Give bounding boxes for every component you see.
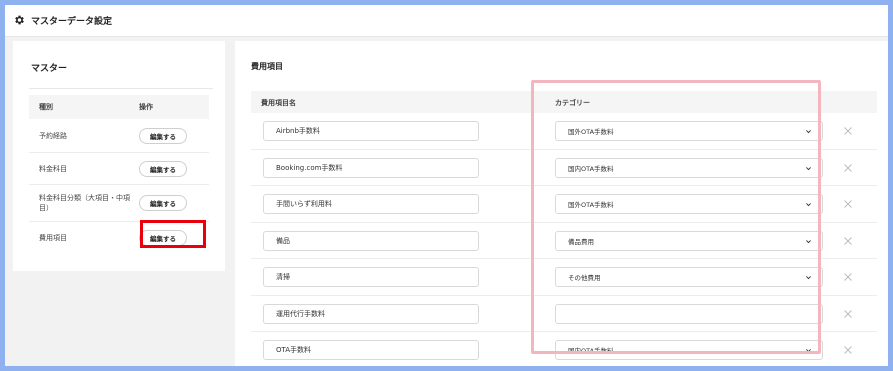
expense-name-input[interactable] bbox=[263, 230, 479, 251]
close-icon[interactable] bbox=[843, 163, 853, 173]
category-select[interactable]: 備品費用 bbox=[555, 230, 823, 251]
expense-name-input[interactable] bbox=[263, 303, 479, 324]
master-row-label: 料金科目分類（大項目・中項目） bbox=[39, 194, 130, 212]
master-row-fee-item: 料金科目 編集する bbox=[29, 153, 209, 185]
category-select-value: 国内OTA手数料 bbox=[568, 347, 614, 355]
gear-icon bbox=[13, 11, 25, 30]
edit-button-fee-category[interactable]: 編集する bbox=[139, 195, 187, 211]
expense-name-input[interactable] bbox=[263, 267, 479, 287]
expense-heading: 費用項目 bbox=[251, 62, 283, 71]
expense-name-input[interactable] bbox=[263, 194, 479, 214]
expense-name-input[interactable] bbox=[263, 121, 479, 141]
close-icon[interactable] bbox=[843, 309, 853, 319]
category-select-value: 国内OTA手数料 bbox=[568, 164, 614, 173]
chevron-down-icon bbox=[806, 276, 811, 280]
expense-panel: 費用項目 費用項目名 カテゴリー 国外OTA手数料 国内OTA手数料 bbox=[235, 41, 888, 366]
expense-row: その他費用 bbox=[251, 259, 877, 296]
master-row-label: 費用項目 bbox=[39, 234, 67, 242]
close-icon[interactable] bbox=[843, 126, 853, 136]
chevron-down-icon bbox=[806, 203, 811, 207]
master-table: 種別 操作 予約経路 編集する 料金科目 編集する 料金科目分類（大項目・中項目… bbox=[29, 95, 209, 254]
app-frame: マスターデータ設定 マスター 種別 操作 予約経路 編集する 料金科目 編集する… bbox=[5, 5, 888, 366]
chevron-down-icon bbox=[806, 349, 811, 353]
category-select[interactable]: 国内OTA手数料 bbox=[555, 157, 823, 178]
page-title: マスターデータ設定 bbox=[31, 17, 113, 27]
category-select-value: 備品費用 bbox=[568, 237, 594, 246]
category-select[interactable] bbox=[555, 303, 823, 324]
edit-button-fee-item[interactable]: 編集する bbox=[139, 160, 187, 177]
master-table-header: 種別 操作 bbox=[29, 95, 209, 119]
edit-button-expense-item[interactable]: 編集する bbox=[139, 230, 187, 246]
expense-table-header: 費用項目名 カテゴリー bbox=[251, 91, 877, 113]
close-icon[interactable] bbox=[843, 345, 853, 355]
master-row-fee-category: 料金科目分類（大項目・中項目） 編集する bbox=[29, 185, 209, 222]
master-panel: マスター 種別 操作 予約経路 編集する 料金科目 編集する 料金科目分類（大項… bbox=[13, 41, 225, 271]
column-header-type: 種別 bbox=[39, 103, 53, 111]
master-row-label: 料金科目 bbox=[39, 164, 67, 173]
category-select[interactable]: 国外OTA手数料 bbox=[555, 121, 823, 141]
master-row-expense-item: 費用項目 編集する bbox=[29, 222, 209, 254]
expense-name-input[interactable] bbox=[263, 157, 479, 178]
edit-button-booking-route[interactable]: 編集する bbox=[139, 127, 187, 144]
close-icon[interactable] bbox=[843, 236, 853, 246]
master-row-booking-route: 予約経路 編集する bbox=[29, 119, 209, 153]
expense-row: 国内OTA手数料 bbox=[251, 332, 877, 366]
divider bbox=[29, 88, 213, 89]
column-header-category: カテゴリー bbox=[555, 99, 590, 107]
expense-row: 国外OTA手数料 bbox=[251, 186, 877, 223]
column-header-action: 操作 bbox=[139, 103, 153, 111]
expense-name-input[interactable] bbox=[263, 340, 479, 360]
chevron-down-icon bbox=[806, 130, 811, 134]
expense-row bbox=[251, 296, 877, 332]
master-heading: マスター bbox=[31, 64, 68, 74]
category-select-value: 国外OTA手数料 bbox=[568, 128, 614, 136]
category-select-value: その他費用 bbox=[568, 274, 601, 282]
close-icon[interactable] bbox=[843, 199, 853, 209]
master-row-label: 予約経路 bbox=[39, 131, 67, 140]
category-select[interactable]: 国外OTA手数料 bbox=[555, 194, 823, 214]
column-header-name: 費用項目名 bbox=[261, 99, 296, 107]
expense-row: 国内OTA手数料 bbox=[251, 150, 877, 186]
expense-table: 費用項目名 カテゴリー 国外OTA手数料 国内OTA手数料 bbox=[251, 91, 877, 366]
category-select-value: 国外OTA手数料 bbox=[568, 201, 614, 209]
expense-row: 国外OTA手数料 bbox=[251, 113, 877, 150]
category-select[interactable]: その他費用 bbox=[555, 267, 823, 287]
category-select[interactable]: 国内OTA手数料 bbox=[555, 340, 823, 360]
close-icon[interactable] bbox=[843, 272, 853, 282]
chevron-down-icon bbox=[806, 239, 811, 243]
chevron-down-icon bbox=[806, 166, 811, 170]
page-header: マスターデータ設定 bbox=[5, 5, 888, 37]
expense-row: 備品費用 bbox=[251, 223, 877, 259]
